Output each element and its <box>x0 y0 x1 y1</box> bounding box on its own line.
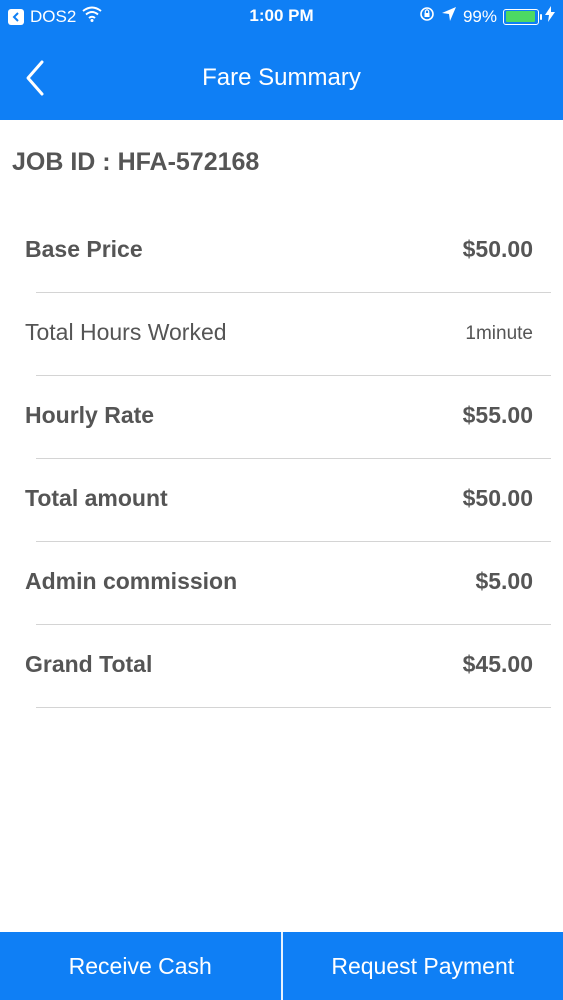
fare-label: Total Hours Worked <box>25 319 227 345</box>
fare-value: $5.00 <box>475 568 533 594</box>
fare-row-hourly-rate: Hourly Rate $55.00 <box>0 376 563 459</box>
location-arrow-icon <box>441 6 457 27</box>
bottom-action-bar: Receive Cash Request Payment <box>0 932 563 1000</box>
fare-value: $50.00 <box>462 236 533 262</box>
fare-row-base-price: Base Price $50.00 <box>0 210 563 293</box>
fare-row-grand-total: Grand Total $45.00 <box>0 625 563 708</box>
fare-value: $45.00 <box>462 651 533 677</box>
status-bar: DOS2 1:00 PM 99% <box>0 0 563 34</box>
fare-value: $55.00 <box>462 402 533 428</box>
status-right: 99% <box>419 6 555 27</box>
fare-row-total-hours: Total Hours Worked 1minute <box>0 293 563 376</box>
job-id: JOB ID : HFA-572168 <box>12 148 260 176</box>
request-payment-button[interactable]: Request Payment <box>283 932 563 1000</box>
fare-label: Hourly Rate <box>25 402 155 428</box>
bolt-icon <box>545 6 555 27</box>
fare-label: Admin commission <box>25 568 238 594</box>
fare-value: $50.00 <box>462 485 533 511</box>
fare-list: Base Price $50.00 Total Hours Worked 1mi… <box>0 210 563 708</box>
page-title: Fare Summary <box>202 64 361 91</box>
battery-percent: 99% <box>462 6 497 26</box>
rotation-lock-icon <box>419 6 435 27</box>
receive-cash-button[interactable]: Receive Cash <box>0 932 281 1000</box>
fare-label: Grand Total <box>25 651 153 677</box>
fare-row-admin-commission: Admin commission $5.00 <box>0 542 563 625</box>
button-separator <box>280 932 283 1000</box>
fare-label: Total amount <box>25 485 168 511</box>
divider <box>36 707 551 708</box>
fare-value: 1minute <box>465 323 533 344</box>
fare-label: Base Price <box>25 236 143 262</box>
battery-icon <box>503 8 542 25</box>
fare-row-total-amount: Total amount $50.00 <box>0 459 563 542</box>
top-bar: DOS2 1:00 PM 99% Fare Summary <box>0 0 563 120</box>
